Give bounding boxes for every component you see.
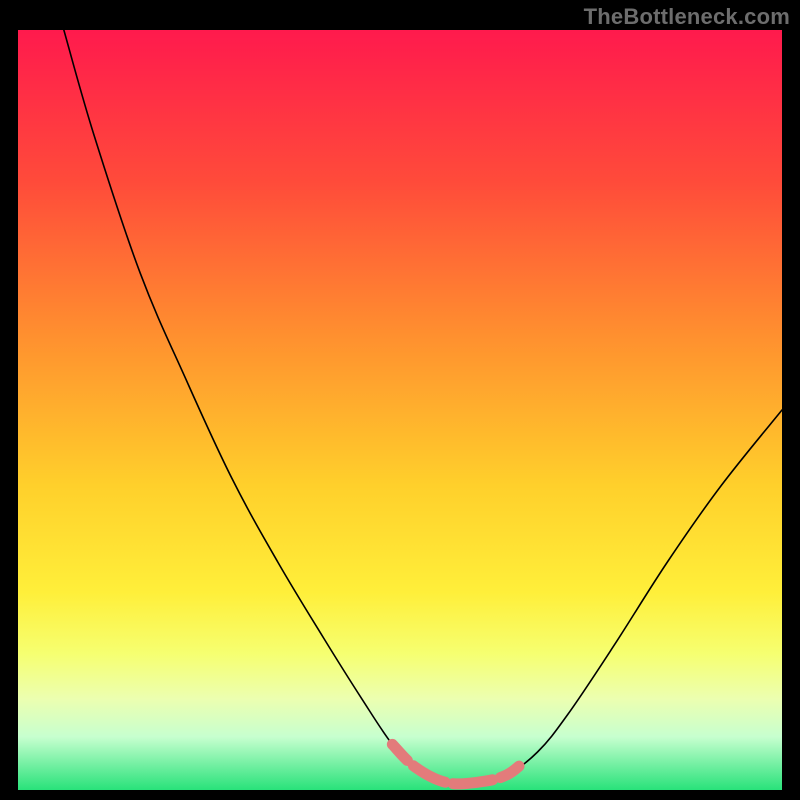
chart-frame: TheBottleneck.com xyxy=(0,0,800,800)
chart-svg xyxy=(18,30,782,790)
watermark-text: TheBottleneck.com xyxy=(584,4,790,30)
chart-background xyxy=(18,30,782,790)
chart-plot xyxy=(18,30,782,790)
